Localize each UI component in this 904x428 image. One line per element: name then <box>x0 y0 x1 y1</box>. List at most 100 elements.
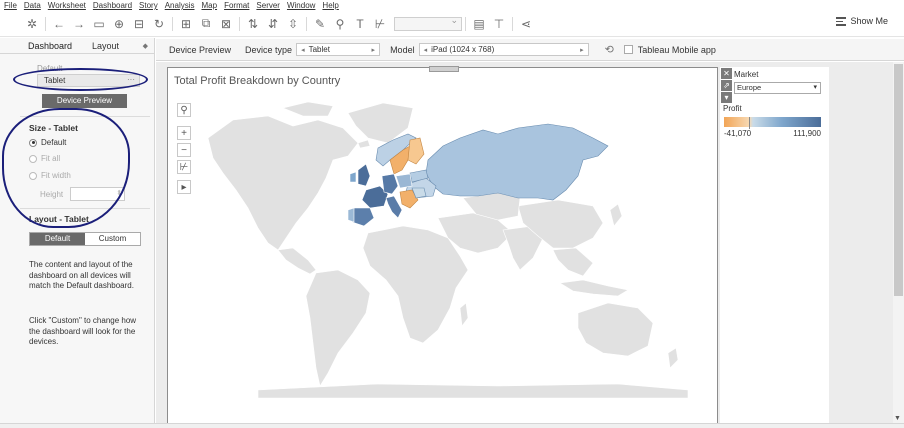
map-japan[interactable] <box>609 203 623 227</box>
scrollbar-thumb[interactable] <box>894 64 903 296</box>
zoom-in-icon[interactable]: + <box>177 126 191 140</box>
mobile-app-checkbox[interactable] <box>623 45 633 54</box>
map-indonesia[interactable] <box>559 279 629 297</box>
close-icon[interactable]: ✕ <box>721 68 732 79</box>
map-uk[interactable] <box>357 163 371 187</box>
dashboard-frame: Total Profit Breakdown by Country ⚲ + − … <box>167 66 718 428</box>
dropdown-icon[interactable]: ▾ <box>721 92 732 103</box>
tab-dashboard[interactable]: Dashboard <box>0 41 92 51</box>
menu-help[interactable]: Help <box>322 1 338 10</box>
map-central-america[interactable] <box>277 247 317 275</box>
model-label: Model <box>390 44 415 55</box>
device-preview-bar: Device Preview Device type ◂ Tablet ▸ Mo… <box>156 39 904 61</box>
map-north-america[interactable] <box>207 115 359 251</box>
map-italy[interactable] <box>385 195 403 219</box>
group-icon[interactable]: ⚲ <box>331 15 349 33</box>
device-type-select[interactable]: ◂ Tablet ▸ <box>296 43 381 56</box>
menu-story[interactable]: Story <box>139 1 158 10</box>
expand-icon[interactable]: ▸ <box>177 180 191 194</box>
menu-analysis[interactable]: Analysis <box>165 1 195 10</box>
fix-axes-icon[interactable]: ⊬ <box>371 15 389 33</box>
drag-handle[interactable] <box>429 66 459 72</box>
undo-icon[interactable]: ← <box>50 15 68 33</box>
prev-arrow-icon[interactable]: ◂ <box>424 46 428 54</box>
search-icon[interactable]: ⚲ <box>177 103 191 117</box>
vertical-scrollbar[interactable]: ▼ <box>893 62 904 428</box>
map-southeast-asia[interactable] <box>552 247 594 277</box>
device-preview-button[interactable]: Device Preview <box>42 94 127 108</box>
presentation-icon[interactable]: ⊤ <box>490 15 508 33</box>
external-link-icon[interactable]: ⇗ <box>721 80 732 91</box>
map-ireland[interactable] <box>349 171 357 183</box>
menu-format[interactable]: Format <box>224 1 249 10</box>
new-datasource-icon[interactable]: ⊕ <box>110 15 128 33</box>
tableau-logo-icon[interactable]: ✲ <box>23 15 41 33</box>
clear-sheet-icon[interactable]: ⊠ <box>217 15 235 33</box>
redo-icon[interactable]: → <box>70 15 88 33</box>
map-russia[interactable] <box>425 123 609 201</box>
map-australia[interactable] <box>577 302 654 357</box>
map-spain[interactable] <box>351 207 375 227</box>
toolbar: ✲ ← → ▭ ⊕ ⊟ ↻ ⊞ ⧉ ⊠ ⇅ ⇵ ⇳ ✎ ⚲ T ⊬ ▤ ⊤ ⋖ … <box>0 11 904 37</box>
model-select[interactable]: ◂ iPad (1024 x 768) ▸ <box>418 43 589 56</box>
map-finland[interactable] <box>407 137 425 165</box>
menu-data[interactable]: Data <box>24 1 41 10</box>
labels-icon[interactable]: T <box>351 15 369 33</box>
profit-legend-title: Profit <box>723 104 742 113</box>
device-type-value: Tablet <box>308 45 330 54</box>
next-arrow-icon[interactable]: ▸ <box>372 46 376 54</box>
menu-file[interactable]: File <box>4 1 17 10</box>
map-new-zealand[interactable] <box>667 347 679 369</box>
clear-selection-icon[interactable]: ⊬ <box>177 160 191 174</box>
layout-default-button[interactable]: Default <box>30 233 85 245</box>
mobile-app-label: Tableau Mobile app <box>637 44 716 55</box>
map-antarctica[interactable] <box>257 383 689 398</box>
fit-select[interactable] <box>394 15 462 31</box>
refresh-icon[interactable]: ↻ <box>150 15 168 33</box>
menu-window[interactable]: Window <box>287 1 315 10</box>
map-south-america[interactable] <box>305 269 371 387</box>
tableau-window: File Data Worksheet Dashboard Story Anal… <box>0 0 904 428</box>
zero-tick <box>749 117 750 129</box>
rotate-icon[interactable]: ⟲ <box>605 43 614 56</box>
show-cards-icon[interactable]: ▤ <box>470 15 488 33</box>
toolbar-divider <box>45 16 46 31</box>
world-map[interactable] <box>198 98 693 398</box>
map-germany[interactable] <box>381 173 399 195</box>
tab-menu-icon[interactable]: ◆ <box>143 42 148 50</box>
scroll-down-icon[interactable]: ▼ <box>894 415 901 422</box>
profit-max-label: 111,900 <box>793 129 821 138</box>
map-madagascar[interactable] <box>459 302 469 327</box>
tab-layout[interactable]: Layout <box>92 41 127 51</box>
map-africa[interactable] <box>362 225 469 344</box>
duplicate-icon[interactable]: ⧉ <box>197 15 215 33</box>
menu-worksheet[interactable]: Worksheet <box>48 1 86 10</box>
show-me-button[interactable]: Show Me <box>836 16 888 26</box>
swap-icon[interactable]: ⇅ <box>244 15 262 33</box>
menu-server[interactable]: Server <box>256 1 280 10</box>
annotation-circle <box>13 68 148 91</box>
prev-arrow-icon[interactable]: ◂ <box>301 46 305 54</box>
market-filter-select[interactable]: Europe <box>734 82 821 94</box>
zoom-out-icon[interactable]: − <box>177 143 191 157</box>
highlight-icon[interactable]: ✎ <box>311 15 329 33</box>
map-arctic-islands[interactable] <box>282 101 334 117</box>
next-arrow-icon[interactable]: ▸ <box>580 46 584 54</box>
share-icon[interactable]: ⋖ <box>517 15 535 33</box>
pause-updates-icon[interactable]: ⊟ <box>130 15 148 33</box>
sort-ascending-icon[interactable]: ⇵ <box>264 15 282 33</box>
toolbar-divider <box>239 16 240 31</box>
sort-descending-icon[interactable]: ⇳ <box>284 15 302 33</box>
map-poland[interactable] <box>395 173 413 189</box>
menu-map[interactable]: Map <box>202 1 218 10</box>
device-preview-tab[interactable]: Device Preview <box>169 45 245 55</box>
layout-custom-hint: Click "Custom" to change how the dashboa… <box>29 316 137 346</box>
model-value: iPad (1024 x 768) <box>431 45 495 54</box>
menu-dashboard[interactable]: Dashboard <box>93 1 132 10</box>
toolbar-divider <box>465 16 466 31</box>
map-portugal[interactable] <box>347 207 355 223</box>
save-icon[interactable]: ▭ <box>90 15 108 33</box>
layout-custom-button[interactable]: Custom <box>85 233 140 245</box>
map-iceland[interactable] <box>357 139 371 149</box>
new-worksheet-icon[interactable]: ⊞ <box>177 15 195 33</box>
